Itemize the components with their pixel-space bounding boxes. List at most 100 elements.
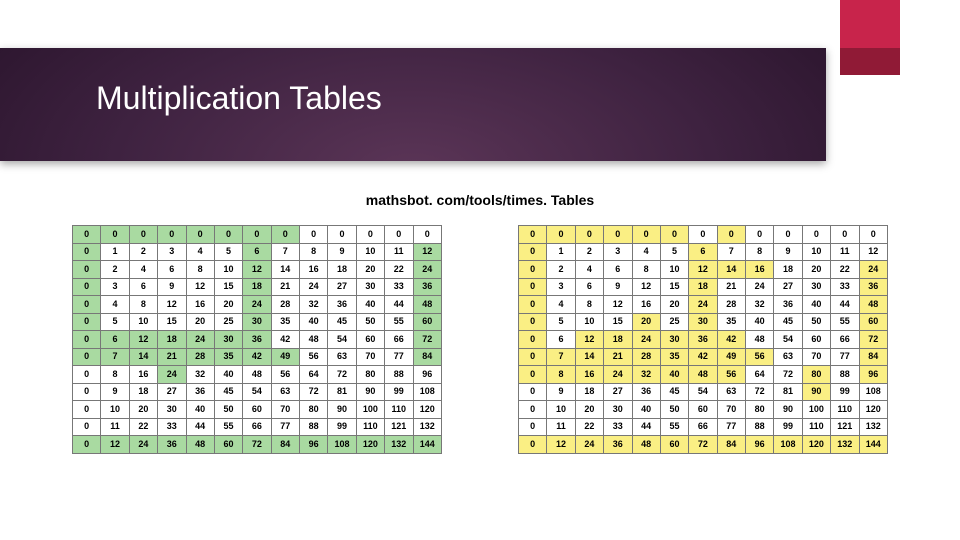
cell: 0 [73,383,101,401]
cell: 21 [604,348,632,366]
cell: 10 [547,401,575,419]
cell: 20 [129,401,157,419]
cell: 81 [774,383,802,401]
cell: 60 [689,401,717,419]
cell: 9 [328,243,356,261]
cell: 24 [632,331,660,349]
cell: 28 [271,296,299,314]
cell: 60 [859,313,888,331]
cell: 132 [385,436,413,454]
cell: 63 [774,348,802,366]
cell: 36 [632,383,660,401]
cell: 99 [774,418,802,436]
cell: 18 [328,261,356,279]
cell: 30 [802,278,830,296]
cell: 80 [802,366,830,384]
cell: 28 [717,296,745,314]
cell: 44 [632,418,660,436]
cell: 16 [129,366,157,384]
cell: 14 [717,261,745,279]
cell: 0 [73,296,101,314]
cell: 0 [186,226,214,244]
cell: 11 [385,243,413,261]
cell: 0 [73,436,101,454]
cell: 5 [547,313,575,331]
cell: 24 [300,278,328,296]
cell: 42 [689,348,717,366]
cell: 0 [774,226,802,244]
cell: 33 [604,418,632,436]
cell: 132 [413,418,442,436]
cell: 12 [632,278,660,296]
cell: 35 [271,313,299,331]
cell: 90 [328,401,356,419]
cell: 88 [385,366,413,384]
cell: 44 [186,418,214,436]
cell: 9 [547,383,575,401]
cell: 3 [101,278,129,296]
cell: 120 [802,436,830,454]
cell: 10 [214,261,242,279]
cell: 8 [101,366,129,384]
cell: 0 [243,226,271,244]
cell: 24 [604,366,632,384]
cell: 0 [101,226,129,244]
cell: 121 [385,418,413,436]
cell: 120 [859,401,888,419]
cell: 0 [328,226,356,244]
cell: 110 [831,401,859,419]
cell: 40 [802,296,830,314]
cell: 10 [101,401,129,419]
cell: 96 [300,436,328,454]
cell: 22 [385,261,413,279]
source-url: mathsbot. com/tools/times. Tables [0,192,960,208]
cell: 48 [746,331,774,349]
cell: 35 [717,313,745,331]
cell: 0 [519,226,547,244]
cell: 56 [271,366,299,384]
cell: 4 [129,261,157,279]
cell: 0 [356,226,384,244]
cell: 22 [129,418,157,436]
cell: 63 [717,383,745,401]
cell: 0 [73,401,101,419]
cell: 120 [413,401,442,419]
cell: 77 [385,348,413,366]
cell: 9 [774,243,802,261]
cell: 42 [271,331,299,349]
cell: 12 [158,296,186,314]
cell: 36 [774,296,802,314]
cell: 96 [859,366,888,384]
cell: 30 [689,313,717,331]
cell: 50 [660,401,688,419]
cell: 32 [746,296,774,314]
cell: 12 [689,261,717,279]
cell: 18 [129,383,157,401]
cell: 12 [129,331,157,349]
cell: 72 [774,366,802,384]
cell: 48 [300,331,328,349]
cell: 40 [300,313,328,331]
cell: 9 [101,383,129,401]
cell: 0 [831,226,859,244]
cell: 24 [859,261,888,279]
cell: 72 [413,331,442,349]
cell: 36 [689,331,717,349]
cell: 12 [575,331,603,349]
cell: 25 [660,313,688,331]
cell: 55 [831,313,859,331]
cell: 6 [129,278,157,296]
cell: 0 [73,331,101,349]
cell: 6 [689,243,717,261]
cell: 108 [859,383,888,401]
cell: 6 [101,331,129,349]
cell: 20 [214,296,242,314]
cell: 72 [689,436,717,454]
cell: 5 [214,243,242,261]
cell: 88 [746,418,774,436]
cell: 99 [831,383,859,401]
cell: 15 [660,278,688,296]
cell: 2 [101,261,129,279]
cell: 35 [660,348,688,366]
cell: 60 [214,436,242,454]
